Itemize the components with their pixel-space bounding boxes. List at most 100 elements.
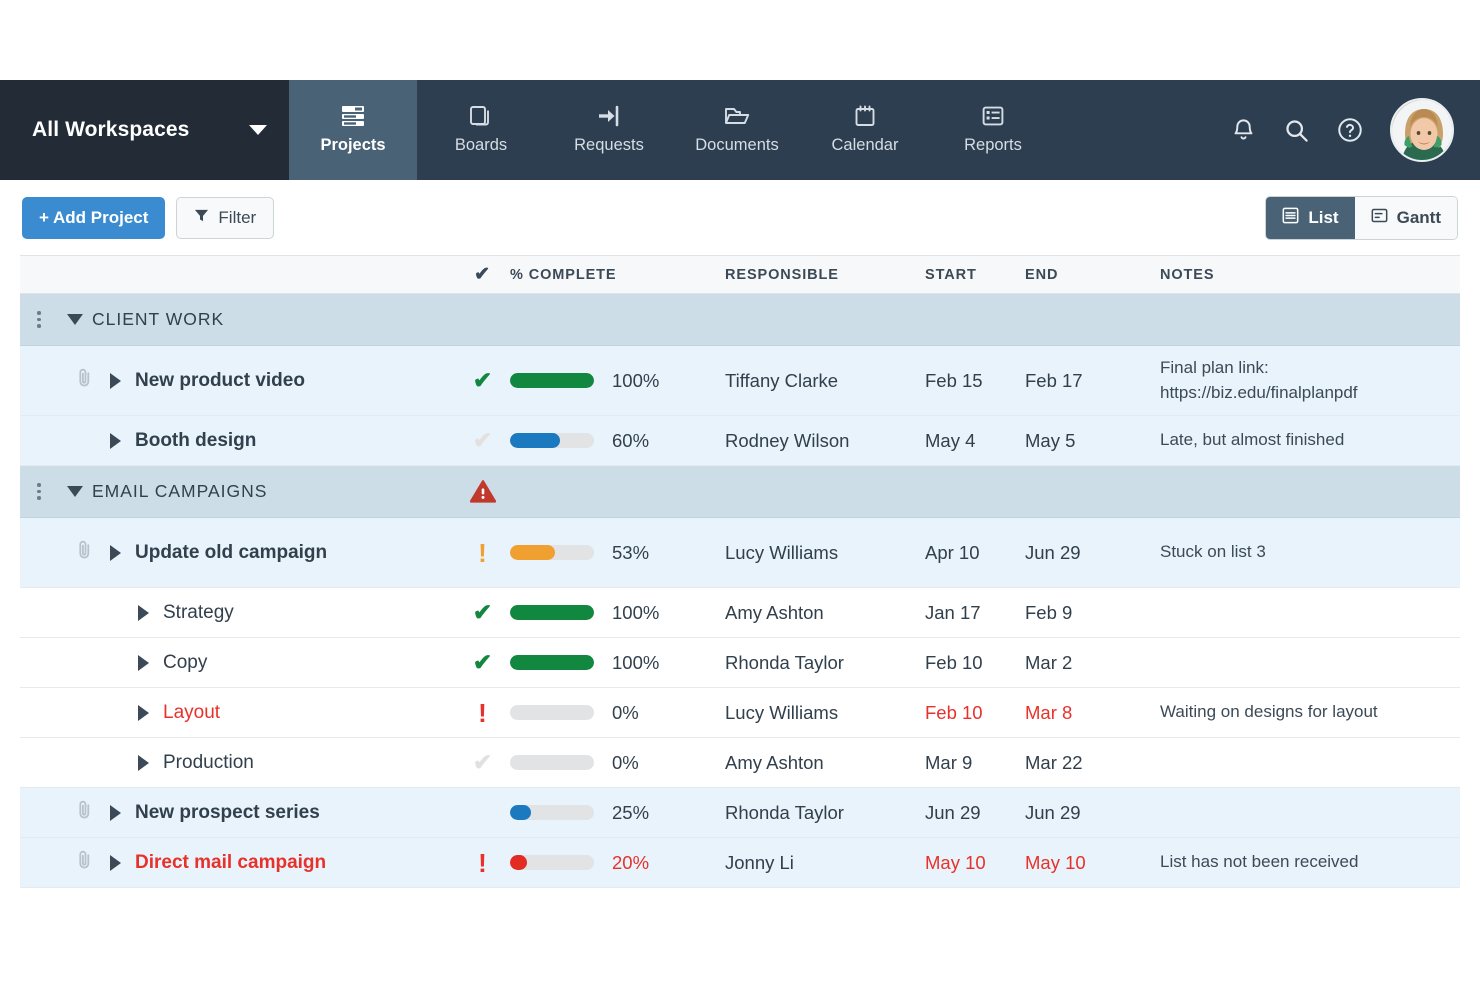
table-row[interactable]: Copy ✔ 100% Rhonda Taylor Feb 10 Mar 2: [20, 638, 1460, 688]
progress-bar[interactable]: [510, 373, 594, 388]
row-start-cell[interactable]: May 4: [925, 430, 1025, 452]
column-header-check[interactable]: ✔: [455, 263, 510, 286]
row-progress-cell[interactable]: 0%: [510, 702, 725, 724]
status-alert-icon[interactable]: !: [478, 700, 487, 726]
task-title[interactable]: Layout: [163, 702, 220, 724]
add-project-button[interactable]: + Add Project: [22, 196, 166, 239]
status-check-complete-icon[interactable]: ✔: [473, 651, 492, 674]
row-start-cell[interactable]: May 10: [925, 852, 1025, 874]
row-responsible-cell[interactable]: Rhonda Taylor: [725, 652, 925, 674]
row-progress-cell[interactable]: 0%: [510, 752, 725, 774]
view-toggle-gantt[interactable]: Gantt: [1354, 196, 1457, 239]
row-notes-cell[interactable]: Stuck on list 3: [1160, 540, 1460, 565]
row-end-cell[interactable]: Mar 8: [1025, 702, 1160, 724]
table-row[interactable]: Layout! 0% Lucy Williams Feb 10 Mar 8 Waiting…: [20, 688, 1460, 738]
task-title[interactable]: Production: [163, 752, 254, 774]
nav-item-documents[interactable]: Documents: [673, 80, 801, 180]
row-start-cell[interactable]: Feb 15: [925, 370, 1025, 392]
nav-item-reports[interactable]: Reports: [929, 80, 1057, 180]
progress-bar[interactable]: [510, 705, 594, 720]
chevron-right-icon[interactable]: [110, 854, 121, 871]
row-end-cell[interactable]: Mar 22: [1025, 752, 1160, 774]
avatar[interactable]: [1390, 98, 1454, 162]
filter-button[interactable]: Filter: [176, 196, 275, 239]
column-header-notes[interactable]: NOTES: [1160, 266, 1460, 284]
row-start-cell[interactable]: Apr 10: [925, 542, 1025, 564]
row-progress-cell[interactable]: 100%: [510, 370, 725, 392]
table-row[interactable]: Strategy ✔ 100% Amy Ashton Jan 17 Feb 9: [20, 588, 1460, 638]
help-icon[interactable]: [1336, 116, 1364, 144]
chevron-right-icon[interactable]: [110, 372, 121, 389]
nav-item-requests[interactable]: Requests: [545, 80, 673, 180]
chevron-down-icon[interactable]: [67, 314, 83, 325]
nav-item-boards[interactable]: Boards: [417, 80, 545, 180]
row-start-cell[interactable]: Jun 29: [925, 802, 1025, 824]
chevron-right-icon[interactable]: [110, 544, 121, 561]
row-responsible-cell[interactable]: Lucy Williams: [725, 542, 925, 564]
row-progress-cell[interactable]: 60%: [510, 430, 725, 452]
row-progress-cell[interactable]: 53%: [510, 542, 725, 564]
row-responsible-cell[interactable]: Lucy Williams: [725, 702, 925, 724]
row-responsible-cell[interactable]: Rodney Wilson: [725, 430, 925, 452]
attachment-icon[interactable]: [77, 849, 92, 876]
row-end-cell[interactable]: Feb 17: [1025, 370, 1160, 392]
table-row[interactable]: New prospect series 25% Rhonda Taylor Jun 2…: [20, 788, 1460, 838]
table-row[interactable]: Direct mail campaign! 20% Jonny Li May 10 Ma…: [20, 838, 1460, 888]
column-header-start[interactable]: START: [925, 266, 1025, 284]
row-start-cell[interactable]: Feb 10: [925, 702, 1025, 724]
row-responsible-cell[interactable]: Tiffany Clarke: [725, 370, 925, 392]
task-title[interactable]: Direct mail campaign: [135, 852, 326, 874]
attachment-icon[interactable]: [77, 539, 92, 566]
row-end-cell[interactable]: Jun 29: [1025, 802, 1160, 824]
status-alert-icon[interactable]: !: [478, 850, 487, 876]
row-responsible-cell[interactable]: Rhonda Taylor: [725, 802, 925, 824]
row-responsible-cell[interactable]: Jonny Li: [725, 852, 925, 874]
column-header-complete[interactable]: % COMPLETE: [510, 267, 725, 283]
status-check-complete-icon[interactable]: ✔: [473, 601, 492, 624]
task-title[interactable]: New prospect series: [135, 802, 320, 824]
status-warning-icon[interactable]: !: [478, 540, 487, 566]
row-progress-cell[interactable]: 100%: [510, 652, 725, 674]
chevron-right-icon[interactable]: [138, 604, 149, 621]
row-start-cell[interactable]: Feb 10: [925, 652, 1025, 674]
row-start-cell[interactable]: Mar 9: [925, 752, 1025, 774]
row-progress-cell[interactable]: 100%: [510, 602, 725, 624]
row-responsible-cell[interactable]: Amy Ashton: [725, 752, 925, 774]
progress-bar[interactable]: [510, 855, 594, 870]
drag-handle-icon[interactable]: [37, 483, 41, 500]
progress-bar[interactable]: [510, 605, 594, 620]
chevron-right-icon[interactable]: [138, 754, 149, 771]
chevron-right-icon[interactable]: [138, 654, 149, 671]
table-row[interactable]: New product video ✔ 100% Tiffany Clarke Feb …: [20, 346, 1460, 416]
attachment-icon[interactable]: [77, 799, 92, 826]
row-end-cell[interactable]: May 10: [1025, 852, 1160, 874]
table-row[interactable]: Booth design ✔ 60% Rodney Wilson May 4 May 5 L…: [20, 416, 1460, 466]
nav-item-calendar[interactable]: Calendar: [801, 80, 929, 180]
progress-bar[interactable]: [510, 755, 594, 770]
group-drag-handle[interactable]: [20, 483, 58, 500]
status-check-incomplete-icon[interactable]: ✔: [473, 429, 492, 452]
table-row[interactable]: Production ✔ 0% Amy Ashton Mar 9 Mar 22: [20, 738, 1460, 788]
task-title[interactable]: Strategy: [163, 602, 234, 624]
task-title[interactable]: Update old campaign: [135, 542, 327, 564]
chevron-right-icon[interactable]: [138, 704, 149, 721]
row-progress-cell[interactable]: 25%: [510, 802, 725, 824]
column-header-responsible[interactable]: RESPONSIBLE: [725, 266, 925, 284]
workspace-selector[interactable]: All Workspaces: [0, 80, 289, 180]
group-collapse-toggle[interactable]: [58, 314, 92, 325]
row-notes-cell[interactable]: List has not been received: [1160, 850, 1460, 875]
column-header-end[interactable]: END: [1025, 266, 1160, 284]
row-end-cell[interactable]: May 5: [1025, 430, 1160, 452]
progress-bar[interactable]: [510, 805, 594, 820]
row-notes-cell[interactable]: Waiting on designs for layout: [1160, 700, 1460, 725]
task-title[interactable]: New product video: [135, 370, 305, 392]
row-end-cell[interactable]: Feb 9: [1025, 602, 1160, 624]
drag-handle-icon[interactable]: [37, 311, 41, 328]
search-icon[interactable]: [1283, 117, 1310, 144]
chevron-right-icon[interactable]: [110, 432, 121, 449]
table-group-row[interactable]: CLIENT WORK: [20, 294, 1460, 346]
chevron-right-icon[interactable]: [110, 804, 121, 821]
bell-icon[interactable]: [1230, 117, 1257, 144]
view-toggle-list[interactable]: List: [1266, 196, 1355, 239]
row-end-cell[interactable]: Mar 2: [1025, 652, 1160, 674]
